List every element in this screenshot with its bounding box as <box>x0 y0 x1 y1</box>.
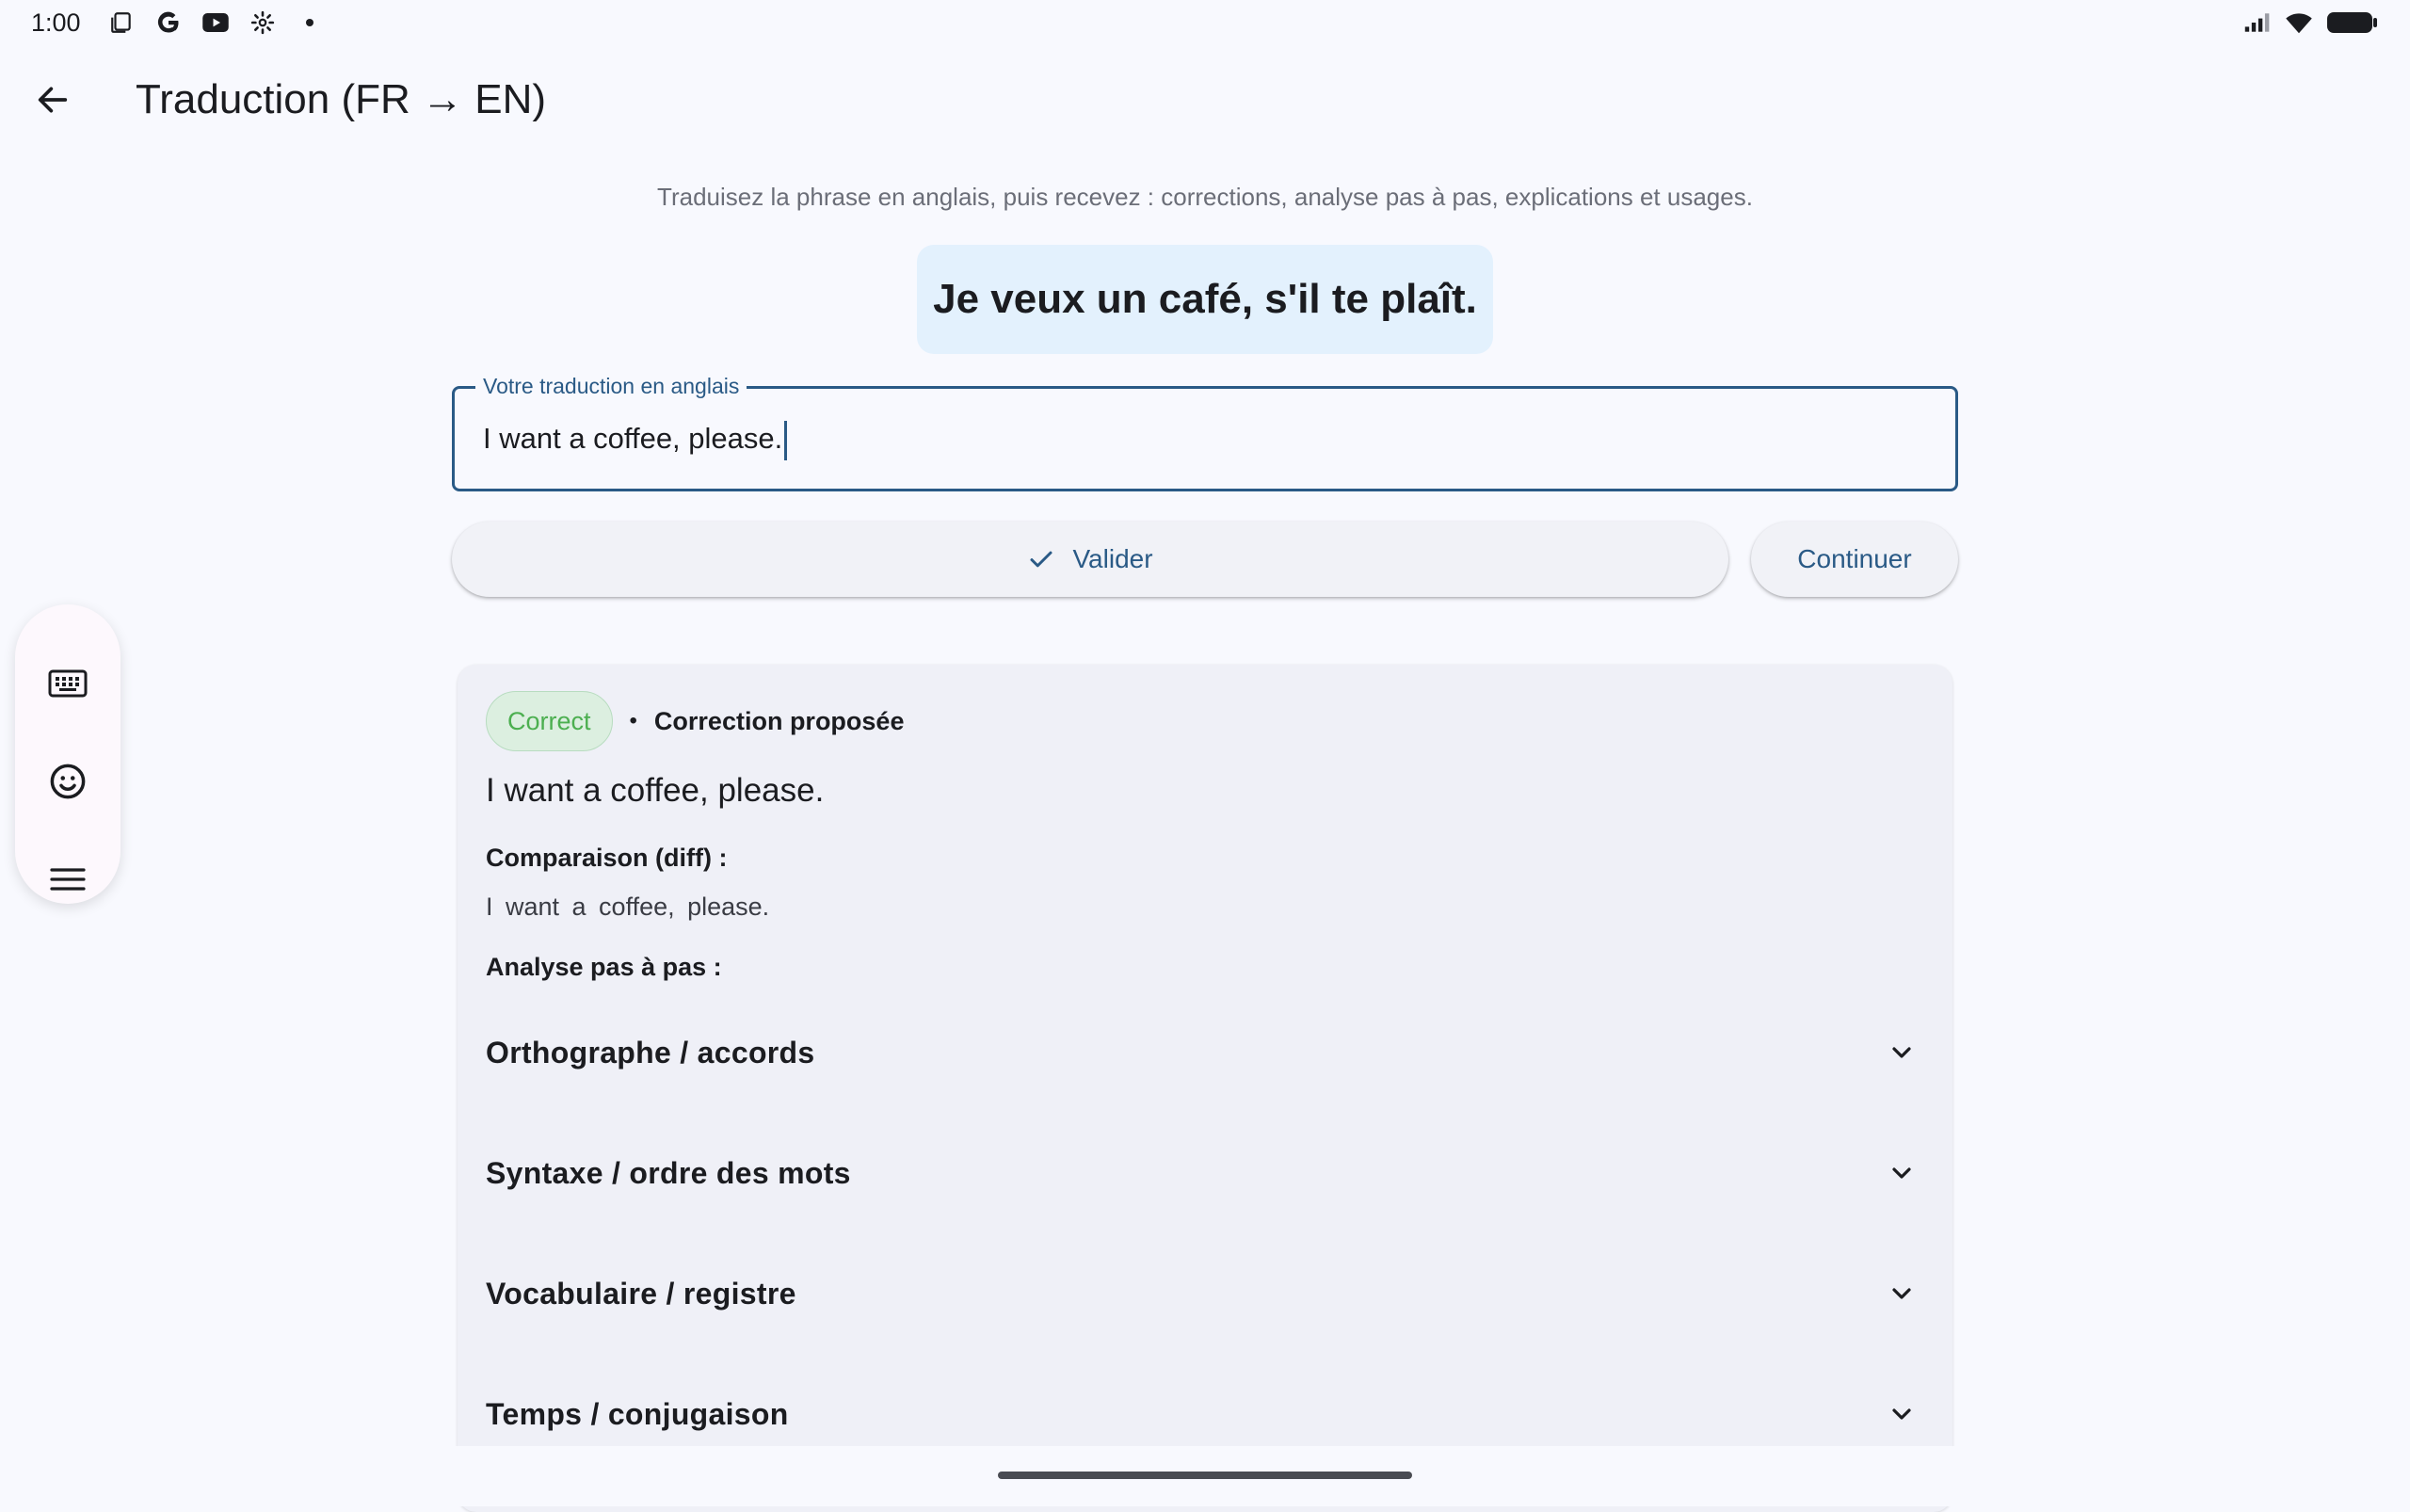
result-header: Correct • Correction proposée <box>486 691 904 751</box>
emoji-icon <box>50 764 86 799</box>
status-left: 1:00 <box>31 8 324 38</box>
continue-button[interactable]: Continuer <box>1751 522 1958 597</box>
app-bar: Traduction (FR → EN) <box>0 56 2410 141</box>
status-time: 1:00 <box>31 8 81 37</box>
validate-button[interactable]: Valider <box>452 522 1728 597</box>
translation-field-label: Votre traduction en anglais <box>475 374 747 399</box>
accordion-vocabulaire[interactable]: Vocabulaire / registre <box>458 1247 1952 1341</box>
chevron-down-icon <box>1883 1154 1920 1192</box>
diff-heading: Comparaison (diff) : <box>486 844 728 872</box>
text-caret <box>784 420 788 460</box>
accordion-orthographe[interactable]: Orthographe / accords <box>458 1005 1952 1100</box>
chevron-down-icon <box>1883 1395 1920 1433</box>
diff-text: I want a coffee, please. <box>486 893 770 921</box>
result-card: Correct • Correction proposée I want a c… <box>458 665 1952 1512</box>
menu-icon <box>50 868 86 891</box>
corrected-text: I want a coffee, please. <box>486 772 825 809</box>
youtube-icon <box>201 8 230 37</box>
keyboard-icon <box>48 669 88 698</box>
translation-input-value: I want a coffee, please. <box>483 422 783 455</box>
wifi-icon <box>2285 8 2313 37</box>
notification-copy-icon <box>107 8 136 37</box>
menu-button[interactable] <box>40 851 96 908</box>
translation-input[interactable]: I want a coffee, please. <box>483 411 1933 466</box>
signal-icon <box>2243 8 2272 37</box>
source-sentence: Je veux un café, s'il te plaît. <box>917 245 1493 354</box>
accordion-label: Temps / conjugaison <box>486 1396 789 1431</box>
accordion-label: Syntaxe / ordre des mots <box>486 1155 851 1190</box>
validate-button-label: Valider <box>1072 544 1153 573</box>
chevron-down-icon <box>1883 1275 1920 1312</box>
correction-label: Correction proposée <box>653 706 905 735</box>
accordion-syntaxe[interactable]: Syntaxe / ordre des mots <box>458 1126 1952 1220</box>
accordion-label: Orthographe / accords <box>486 1035 815 1070</box>
separator-dot: • <box>629 708 637 733</box>
google-icon <box>154 8 183 37</box>
status-bar: 1:00 <box>0 0 2410 45</box>
back-button[interactable] <box>26 73 79 126</box>
status-badge: Correct <box>486 691 613 751</box>
analysis-heading: Analyse pas à pas : <box>486 953 722 981</box>
arrow-left-icon <box>38 87 68 113</box>
battery-icon <box>2326 8 2379 37</box>
continue-button-label: Continuer <box>1797 544 1912 573</box>
check-icon <box>1030 551 1052 568</box>
page-title: Traduction (FR → EN) <box>136 76 547 122</box>
emoji-button[interactable] <box>40 753 96 810</box>
keyboard-button[interactable] <box>40 655 96 712</box>
floating-side-toolbar <box>15 604 120 904</box>
accordion-label: Vocabulaire / registre <box>486 1276 796 1311</box>
more-dot-icon <box>296 8 324 37</box>
gesture-nav-handle[interactable] <box>998 1472 1412 1479</box>
settings-gear-icon <box>249 8 277 37</box>
instructions-text: Traduisez la phrase en anglais, puis rec… <box>657 183 1753 211</box>
status-right <box>2243 8 2379 37</box>
chevron-down-icon <box>1883 1034 1920 1071</box>
translation-field[interactable]: Votre traduction en anglais I want a cof… <box>452 374 1958 491</box>
